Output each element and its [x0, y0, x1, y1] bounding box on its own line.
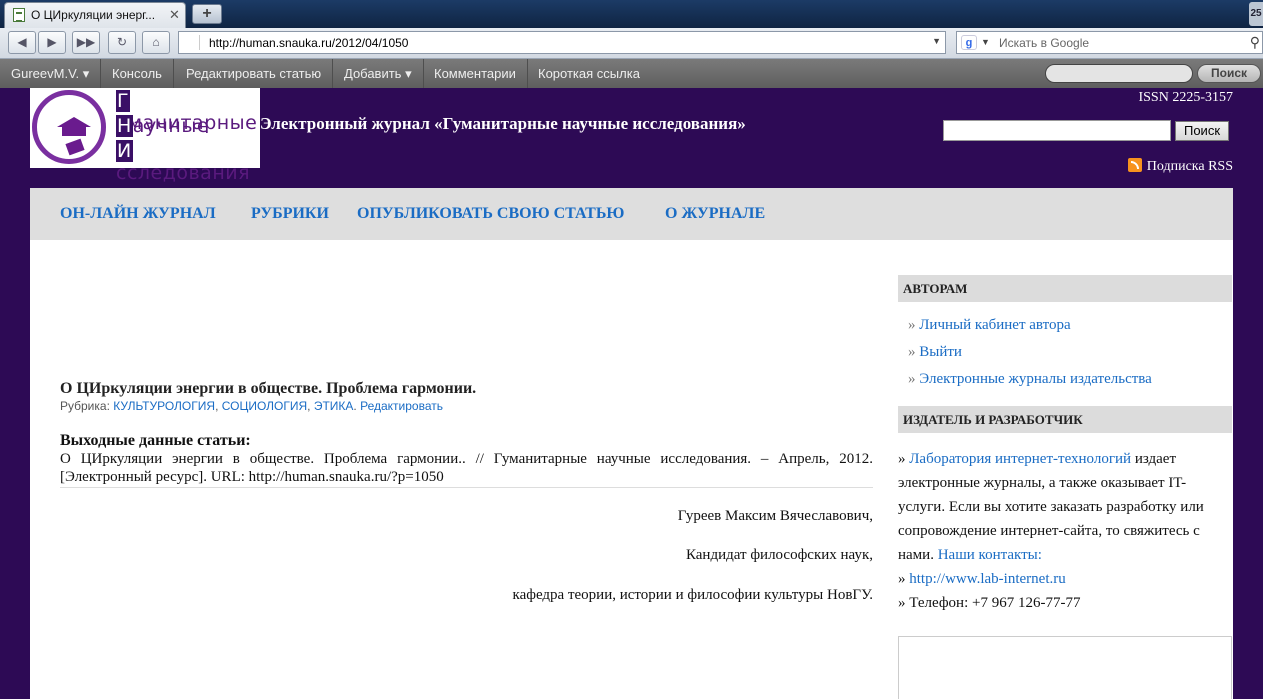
category-label: Рубрика: — [60, 399, 110, 413]
book-icon — [65, 138, 85, 156]
sidebar-publisher-text: » Лаборатория интернет-технологий издает… — [898, 451, 1204, 611]
bullet: » — [908, 317, 920, 333]
edit-post-link[interactable]: Редактировать — [360, 399, 443, 413]
category-link-ethics[interactable]: ЭТИКА — [314, 399, 354, 413]
forward-arrow-icon: ▶ — [47, 35, 57, 49]
logo-letter: Н — [116, 115, 133, 137]
fast-forward-button[interactable]: ▶▶ — [72, 31, 100, 54]
sidebar-link-author-cabinet[interactable]: » Личный кабинет автора — [908, 317, 1071, 334]
category-link-culturology[interactable]: КУЛЬТУРОЛОГИЯ — [113, 399, 215, 413]
publisher-link[interactable]: Лаборатория интернет-технологий — [909, 451, 1131, 467]
menu-publish-article[interactable]: ОПУБЛИКОВАТЬ СВОЮ СТАТЬЮ — [357, 205, 624, 223]
site-search-input[interactable] — [943, 120, 1171, 141]
menu-rubrics[interactable]: РУБРИКИ — [251, 205, 329, 223]
close-tab-icon[interactable]: ✕ — [169, 7, 180, 23]
browser-nav-bar: ◀ ▶ ▶▶ ↻ ⌂ http://human.snauka.ru/2012/0… — [0, 28, 1263, 59]
fast-forward-icon: ▶▶ — [76, 35, 96, 49]
lab-site-link[interactable]: http://www.lab-internet.ru — [909, 571, 1066, 587]
site-search-button[interactable]: Поиск — [1175, 121, 1229, 141]
link-label[interactable]: Личный кабинет автора — [919, 317, 1070, 333]
admin-shortlink[interactable]: Короткая ссылка — [527, 59, 651, 88]
bullet: » — [908, 371, 920, 387]
new-tab-button[interactable]: + — [192, 4, 222, 24]
admin-comments-link[interactable]: Комментарии — [423, 59, 528, 88]
logo-word: сследования — [116, 162, 251, 184]
main-menu: ОН-ЛАЙН ЖУРНАЛ РУБРИКИ ОПУБЛИКОВАТЬ СВОЮ… — [30, 188, 1233, 240]
rss-label[interactable]: Подписка RSS — [1147, 159, 1233, 174]
logo-letter: Г — [116, 90, 131, 112]
site-title[interactable]: Электронный журнал «Гуманитарные научные… — [260, 114, 746, 134]
site-identity-icon[interactable] — [183, 35, 200, 50]
issn-label: ISSN 2225-3157 — [1138, 90, 1233, 105]
sidebar-link-journals[interactable]: » Электронные журналы издательства — [908, 371, 1152, 388]
reload-icon: ↻ — [116, 35, 128, 49]
site-logo[interactable]: Гуманитарные Научные Исследования — [30, 88, 260, 184]
admin-user-menu[interactable]: GureevM.V. ▾ — [0, 59, 102, 88]
menu-about-journal[interactable]: О ЖУРНАЛЕ — [665, 205, 765, 223]
admin-search-input[interactable] — [1045, 64, 1193, 83]
admin-console-link[interactable]: Консоль — [101, 59, 174, 88]
search-placeholder[interactable]: Искать в Google — [999, 36, 1089, 50]
post-title: О ЦИркуляции энергии в обществе. Проблем… — [60, 380, 477, 397]
author-affiliation: кафедра теории, истории и философии куль… — [512, 587, 873, 603]
graduation-cap-base — [62, 126, 86, 136]
contacts-link[interactable]: Наши контакты: — [938, 547, 1042, 563]
logo-line-2: Научные — [116, 115, 209, 137]
back-button[interactable]: ◀ — [8, 31, 36, 54]
browser-search-box[interactable]: g ▼ Искать в Google ⚲ — [956, 31, 1263, 54]
browser-tab-bar: О ЦИркуляции энерг... ✕ + 25 — [0, 0, 1263, 28]
forward-button[interactable]: ▶ — [38, 31, 66, 54]
back-arrow-icon: ◀ — [17, 35, 27, 49]
address-bar[interactable]: http://human.snauka.ru/2012/04/1050 ▼ — [178, 31, 946, 54]
admin-add-menu[interactable]: Добавить ▾ — [333, 59, 424, 88]
bullet: » — [908, 344, 920, 360]
link-label[interactable]: Выйти — [919, 344, 962, 360]
sidebar-publisher-heading: ИЗДАТЕЛЬ И РАЗРАБОТЧИК — [898, 406, 1232, 433]
browser-tab[interactable]: О ЦИркуляции энерг... ✕ — [4, 2, 186, 28]
author-degree: Кандидат философских наук, — [685, 547, 873, 563]
home-button[interactable]: ⌂ — [142, 31, 170, 54]
logo-emblem — [32, 90, 106, 164]
search-icon[interactable]: ⚲ — [1250, 34, 1260, 51]
home-icon: ⌂ — [152, 35, 160, 49]
sidebar-link-logout[interactable]: » Выйти — [908, 344, 962, 361]
wp-admin-bar: GureevM.V. ▾ Консоль Редактировать стать… — [0, 59, 1263, 88]
divider — [60, 487, 873, 488]
admin-search-button[interactable]: Поиск — [1197, 64, 1261, 83]
logo-word: аучные — [132, 115, 210, 137]
author-name: Гуреев Максим Вячеславович, — [677, 508, 873, 524]
page-favicon-icon — [13, 8, 25, 22]
reload-button[interactable]: ↻ — [108, 31, 136, 54]
output-data-heading: Выходные данные статьи: — [60, 432, 251, 449]
link-label[interactable]: Электронные журналы издательства — [919, 371, 1152, 387]
url-text[interactable]: http://human.snauka.ru/2012/04/1050 — [209, 36, 408, 50]
admin-edit-post-link[interactable]: Редактировать статью — [175, 59, 334, 88]
google-icon[interactable]: g — [961, 35, 977, 50]
tab-overflow-badge[interactable]: 25 — [1249, 2, 1263, 26]
output-data-text: О ЦИркуляции энергии в обществе. Проблем… — [60, 451, 873, 485]
logo-letter: И — [116, 140, 133, 162]
url-dropdown-icon[interactable]: ▼ — [932, 36, 941, 46]
category-link-sociology[interactable]: СОЦИОЛОГИЯ — [222, 399, 307, 413]
post-meta: Рубрика: КУЛЬТУРОЛОГИЯ, СОЦИОЛОГИЯ, ЭТИК… — [60, 399, 443, 413]
menu-online-journal[interactable]: ОН-ЛАЙН ЖУРНАЛ — [60, 205, 216, 223]
search-engine-dropdown-icon[interactable]: ▼ — [981, 37, 990, 47]
rss-subscribe-link[interactable]: Подписка RSS — [1127, 158, 1233, 175]
phone-text: Телефон: +7 967 126-77-77 — [909, 595, 1081, 611]
tab-title: О ЦИркуляции энерг... — [31, 8, 156, 22]
rss-icon — [1127, 158, 1142, 172]
sidebar-widget-box — [898, 636, 1232, 699]
sidebar-authors-heading: АВТОРАМ — [898, 275, 1232, 302]
logo-line-3: Исследования — [116, 140, 260, 184]
